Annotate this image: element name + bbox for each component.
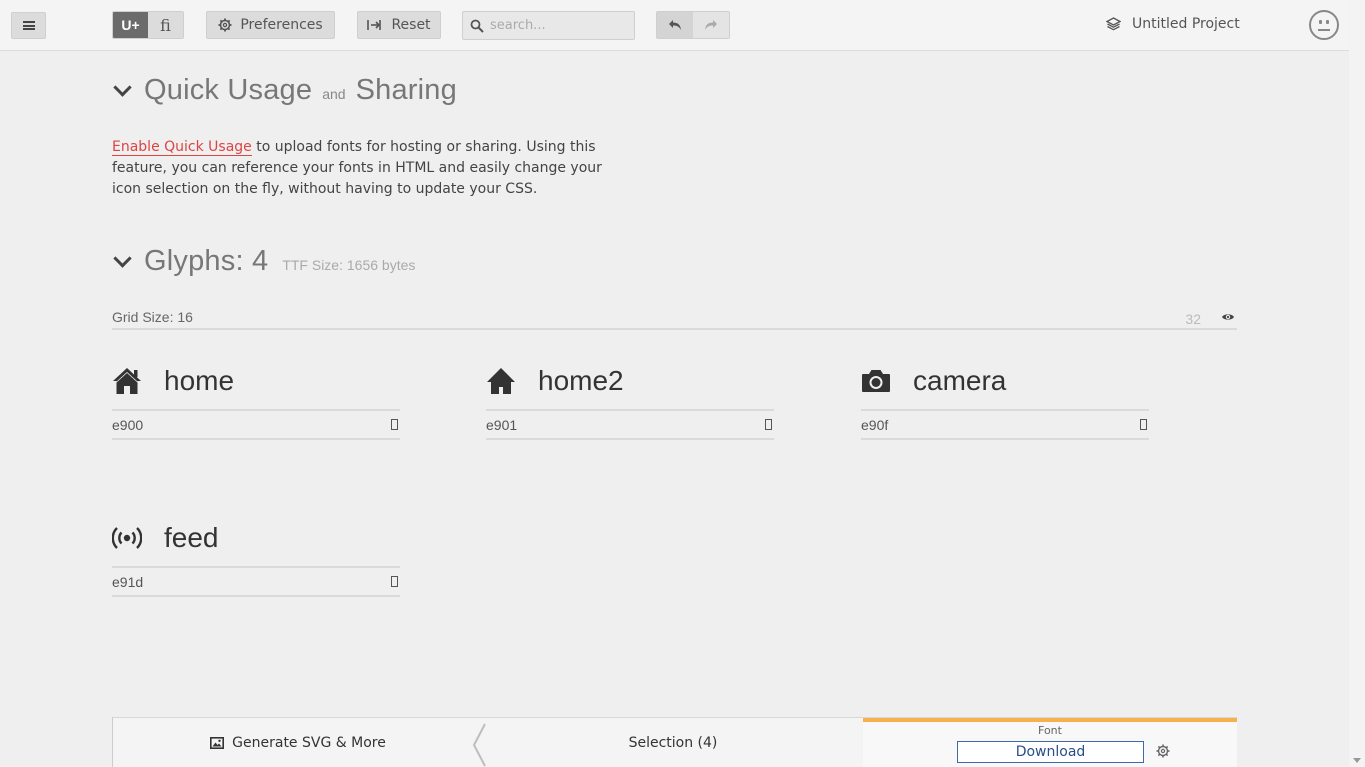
search-input[interactable]	[490, 18, 630, 33]
preferences-label: Preferences	[240, 17, 323, 33]
glyph-card[interactable]: camera e90f	[861, 361, 1149, 440]
grid-size-alt[interactable]: 32	[1185, 311, 1201, 327]
glyph-preview-box-icon	[391, 419, 398, 430]
main-menu-button[interactable]	[11, 12, 46, 39]
enable-quick-usage-link[interactable]: Enable Quick Usage	[112, 139, 252, 156]
glyph-mode-toggle: U+ fi	[112, 11, 184, 39]
glyph-code: e901	[486, 416, 518, 433]
search-icon	[470, 19, 484, 33]
layers-icon	[1106, 17, 1121, 31]
home-icon	[112, 361, 164, 401]
selection-label: Selection (4)	[628, 735, 718, 751]
page-scrollbar[interactable]	[1349, 0, 1365, 767]
glyph-code-field[interactable]: e900	[112, 409, 400, 440]
glyph-code: e900	[112, 416, 144, 433]
project-selector[interactable]: Untitled Project	[1106, 16, 1240, 32]
generate-svg-label: Generate SVG & More	[232, 735, 386, 751]
generate-svg-button[interactable]: Generate SVG & More	[113, 718, 483, 767]
grid-size-slider[interactable]: Grid Size: 16 32	[112, 309, 1237, 330]
unicode-mode-button[interactable]: U+	[113, 12, 148, 38]
download-button[interactable]: Download	[957, 741, 1144, 763]
camera-icon	[861, 361, 913, 401]
reset-icon	[367, 20, 382, 30]
redo-button[interactable]	[693, 12, 729, 38]
ligature-mode-button[interactable]: fi	[148, 12, 183, 38]
search-box	[462, 11, 635, 40]
gear-icon	[218, 18, 232, 32]
glyph-code-field[interactable]: e91d	[112, 566, 400, 597]
glyph-code-field[interactable]: e901	[486, 409, 774, 440]
chevron-down-icon[interactable]	[112, 255, 134, 269]
glyph-code-field[interactable]: e90f	[861, 409, 1149, 440]
quick-usage-description: Enable Quick Usage to upload fonts for h…	[112, 137, 632, 200]
glyph-name[interactable]: home	[164, 365, 234, 397]
quick-usage-title: Quick Usage	[144, 74, 313, 106]
glyph-name[interactable]: home2	[538, 365, 624, 397]
glyph-preview-box-icon	[765, 419, 772, 430]
selection-button[interactable]: Selection (4)	[483, 718, 863, 767]
glyph-card[interactable]: home2 e901	[486, 361, 774, 440]
user-avatar-icon[interactable]	[1309, 10, 1339, 40]
hamburger-menu-icon	[22, 21, 35, 30]
reset-button[interactable]: Reset	[357, 11, 441, 39]
font-panel: Font Download	[863, 718, 1237, 767]
glyph-name[interactable]: feed	[164, 522, 219, 554]
font-label: Font	[1038, 724, 1062, 737]
font-settings-gear-icon[interactable]	[1156, 744, 1170, 758]
glyph-preview-box-icon	[391, 576, 398, 587]
glyph-code: e90f	[861, 416, 889, 433]
home2-icon	[486, 361, 538, 401]
feed-icon	[112, 518, 164, 558]
undo-button[interactable]	[657, 12, 693, 38]
glyphs-title: Glyphs: 4	[144, 245, 269, 277]
project-name: Untitled Project	[1132, 16, 1240, 32]
undo-icon	[669, 20, 681, 30]
preferences-button[interactable]: Preferences	[206, 11, 335, 39]
glyph-card[interactable]: home e900	[112, 361, 400, 440]
reset-label: Reset	[391, 17, 431, 33]
grid-size-label: Grid Size: 16	[112, 309, 193, 325]
top-toolbar: U+ fi Preferences Reset Untitled Project	[0, 0, 1349, 51]
eye-icon[interactable]	[1221, 309, 1235, 325]
image-icon	[210, 737, 225, 749]
ttf-size: TTF Size: 1656 bytes	[282, 257, 416, 273]
quick-usage-title-sharing: Sharing	[355, 74, 457, 106]
quick-usage-header[interactable]: Quick Usage and Sharing	[112, 74, 457, 107]
quick-usage-title-and: and	[322, 86, 346, 102]
glyph-name[interactable]: camera	[913, 365, 1006, 397]
glyph-preview-box-icon	[1140, 419, 1147, 430]
scroll-down-arrow-icon[interactable]	[1353, 758, 1361, 763]
glyph-code: e91d	[112, 573, 144, 590]
glyphs-header[interactable]: Glyphs: 4 TTF Size: 1656 bytes	[112, 245, 415, 278]
glyph-card[interactable]: feed e91d	[112, 518, 400, 597]
bottom-action-bar: Generate SVG & More Selection (4) Font D…	[112, 717, 1237, 767]
history-controls	[656, 11, 730, 39]
chevron-down-icon[interactable]	[112, 84, 134, 98]
redo-icon	[705, 20, 717, 30]
